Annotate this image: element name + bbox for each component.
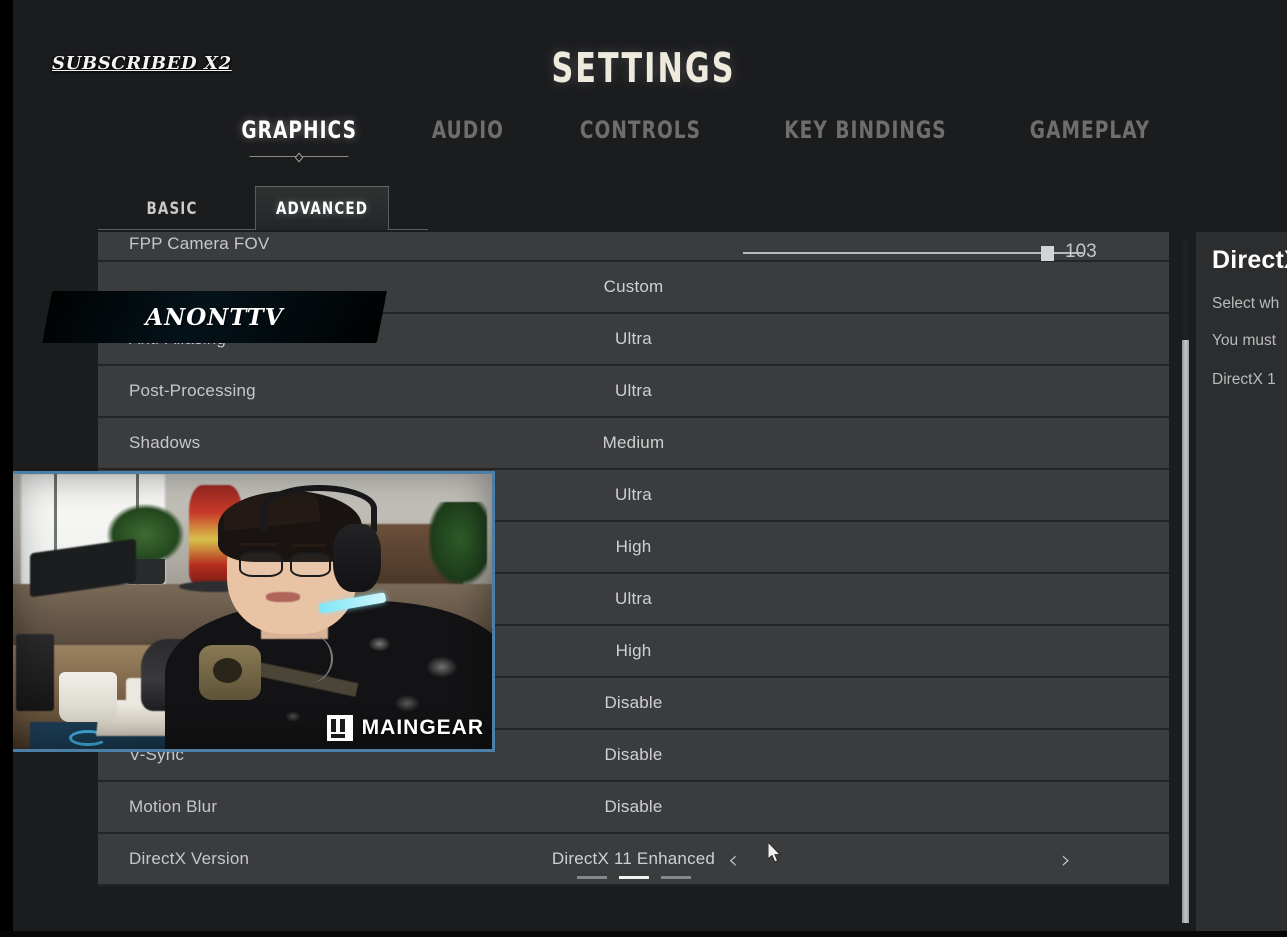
tab-key-bindings[interactable]: KEY BINDINGS bbox=[758, 116, 972, 144]
alert-username: ANONTTV bbox=[145, 303, 284, 331]
webcam-watermark: MAINGEAR bbox=[326, 715, 484, 741]
info-panel-detail: DirectX 1 bbox=[1212, 371, 1276, 388]
tab-controls[interactable]: CONTROLS bbox=[554, 116, 727, 144]
page-title: SETTINGS bbox=[551, 44, 736, 92]
settings-screen: SETTINGS GRAPHICS AUDIO CONTROLS KEY BIN… bbox=[0, 0, 1287, 937]
info-panel-description-line-1: Select wh bbox=[1212, 295, 1280, 312]
tab-audio-label: AUDIO bbox=[431, 116, 504, 144]
setting-row-directx-version[interactable]: DirectX Version ‹ DirectX 11 Enhanced › bbox=[98, 834, 1169, 886]
maingear-logo-icon bbox=[326, 715, 353, 741]
slider-track bbox=[743, 252, 1083, 254]
setting-value: Ultra bbox=[615, 381, 652, 400]
settings-scrollbar-thumb[interactable] bbox=[1182, 340, 1189, 923]
category-tabs: GRAPHICS AUDIO CONTROLS KEY BINDINGS GAM… bbox=[0, 116, 1287, 163]
watermark-label: MAINGEAR bbox=[361, 716, 484, 739]
mouse-cursor-icon bbox=[768, 842, 782, 863]
letterbox-bar-left bbox=[0, 0, 13, 937]
subtab-advanced[interactable]: ADVANCED bbox=[255, 186, 389, 230]
tab-gameplay[interactable]: GAMEPLAY bbox=[1004, 116, 1176, 144]
setting-row-motion-blur[interactable]: Motion Blur Disable bbox=[98, 782, 1169, 834]
webcam-overlay[interactable]: MAINGEAR bbox=[8, 471, 495, 752]
setting-value: DirectX 11 Enhanced bbox=[551, 849, 716, 868]
setting-row-post-processing[interactable]: Post-Processing Ultra bbox=[98, 366, 1169, 418]
tab-active-diamond-icon bbox=[294, 152, 303, 163]
info-panel-description-line-2: You must bbox=[1212, 332, 1277, 349]
letterbox-bar-bottom bbox=[0, 931, 1287, 937]
stream-subscriber-alert: ANONTTV bbox=[42, 291, 387, 343]
setting-label: FPP Camera FOV bbox=[129, 234, 270, 253]
tab-key-bindings-label: KEY BINDINGS bbox=[783, 116, 947, 144]
setting-value: Medium bbox=[602, 433, 665, 452]
setting-row-shadows[interactable]: Shadows Medium bbox=[98, 418, 1169, 470]
fov-slider[interactable]: 103 bbox=[743, 241, 1163, 262]
webcam-vignette bbox=[11, 474, 492, 749]
chevron-right-icon[interactable]: › bbox=[1061, 847, 1071, 872]
tab-gameplay-label: GAMEPLAY bbox=[1029, 116, 1150, 144]
alert-message: SUBSCRIBED X2 bbox=[52, 53, 232, 74]
stepper-page-dot[interactable] bbox=[660, 876, 691, 879]
tab-graphics[interactable]: GRAPHICS bbox=[215, 116, 382, 163]
tab-controls-label: CONTROLS bbox=[579, 116, 701, 144]
subtab-bar: BASIC ADVANCED bbox=[98, 186, 398, 230]
setting-row-fpp-camera-fov[interactable]: FPP Camera FOV 103 bbox=[98, 232, 1169, 262]
stepper-page-indicator bbox=[98, 876, 1169, 879]
subtab-basic-label: BASIC bbox=[146, 199, 198, 219]
setting-value: Disable bbox=[604, 797, 663, 816]
info-panel: DirectX Select wh You must DirectX 1 bbox=[1196, 232, 1287, 932]
slider-value: 103 bbox=[1065, 241, 1097, 262]
subtab-basic[interactable]: BASIC bbox=[107, 188, 237, 230]
slider-knob[interactable] bbox=[1041, 246, 1054, 261]
tab-graphics-label: GRAPHICS bbox=[240, 116, 357, 144]
subtab-advanced-label: ADVANCED bbox=[275, 198, 369, 219]
tab-audio[interactable]: AUDIO bbox=[406, 116, 530, 144]
stepper-page-dot[interactable] bbox=[576, 876, 607, 879]
info-panel-title: DirectX bbox=[1212, 246, 1287, 274]
alert-body: ANONTTV bbox=[42, 291, 387, 343]
stepper-page-dot-active[interactable] bbox=[618, 876, 649, 879]
webcam-video bbox=[11, 474, 492, 749]
